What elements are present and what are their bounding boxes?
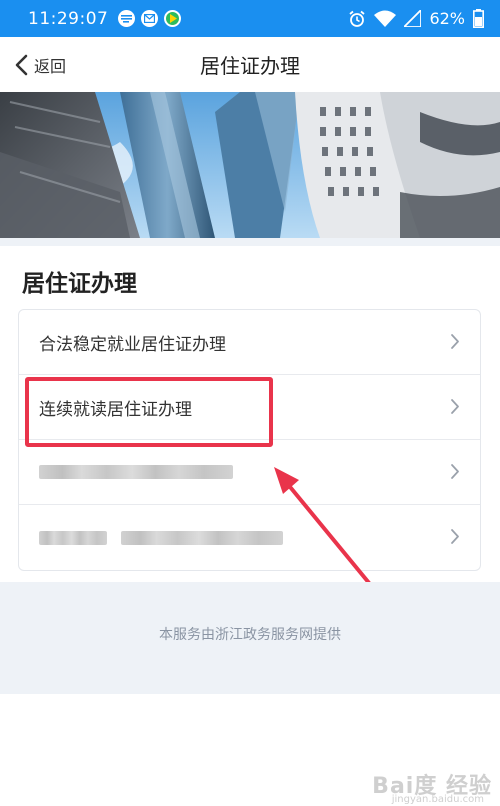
status-bar: 11:29:07 62% <box>0 0 500 37</box>
annotation-highlight-box <box>25 377 273 447</box>
banner-image <box>0 92 500 238</box>
page-title: 居住证办理 <box>200 54 300 78</box>
baidu-jingyan-watermark: Bai度 经验 jingyan.baidu.com <box>372 768 492 805</box>
screen: 11:29:07 62% 返回 居住证办理 居住证办理 合法稳定就业居住证办理 … <box>0 0 500 806</box>
blurred-label <box>39 465 233 479</box>
battery-icon <box>473 9 484 28</box>
wifi-icon <box>374 10 397 27</box>
play-icon <box>164 10 182 27</box>
alarm-icon <box>349 10 366 27</box>
list-item-blurred[interactable] <box>19 505 480 570</box>
nav-bar: 返回 居住证办理 <box>0 37 500 92</box>
footer-provider-text: 本服务由浙江政务服务网提供 <box>159 627 341 643</box>
chevron-left-icon <box>15 54 28 76</box>
status-time: 11:29:07 <box>28 8 109 29</box>
footer: 本服务由浙江政务服务网提供 <box>0 582 500 694</box>
mail-icon <box>141 10 159 27</box>
chevron-right-icon <box>451 464 459 479</box>
list-item-label: 合法稳定就业居住证办理 <box>39 334 226 355</box>
blurred-label <box>39 530 283 545</box>
chevron-right-icon <box>451 334 459 349</box>
system-icons: 62% <box>348 9 484 28</box>
section-title: 居住证办理 <box>22 271 137 297</box>
chevron-right-icon <box>451 529 459 544</box>
banner-divider <box>0 238 500 246</box>
back-label: 返回 <box>34 57 67 76</box>
watermark-url: jingyan.baidu.com <box>391 794 484 805</box>
back-button[interactable]: 返回 <box>14 51 66 79</box>
signal-icon <box>404 10 422 27</box>
list-item-blurred[interactable] <box>19 440 480 505</box>
notification-icons <box>118 10 182 27</box>
message-icon <box>118 10 136 27</box>
list-item-employment-permit[interactable]: 合法稳定就业居住证办理 <box>19 310 480 375</box>
battery-percent: 62% <box>429 9 465 28</box>
chevron-right-icon <box>451 399 459 414</box>
